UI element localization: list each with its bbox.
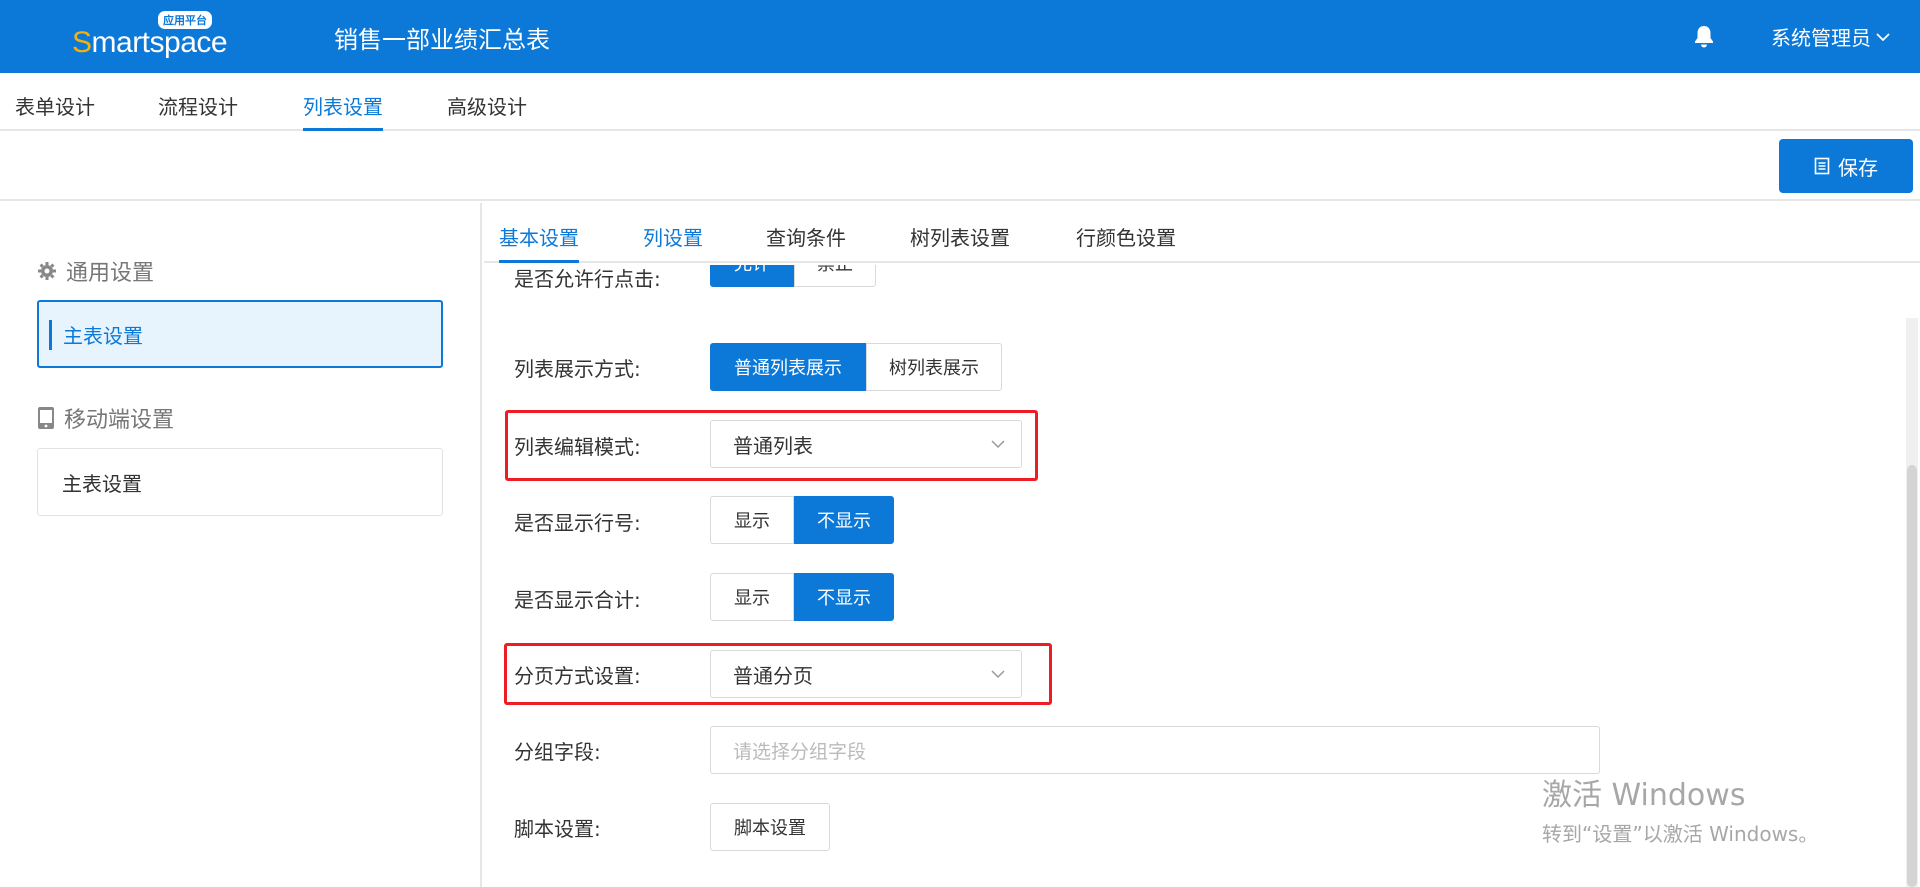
chevron-down-icon bbox=[1876, 32, 1890, 41]
display-mode-tree-option[interactable]: 树列表展示 bbox=[866, 343, 1002, 391]
page-title: 销售一部业绩汇总表 bbox=[334, 26, 550, 54]
group-field-select[interactable]: 请选择分组字段 bbox=[710, 726, 1600, 774]
general-settings-title: 通用设置 bbox=[38, 255, 154, 287]
scrollbar-thumb[interactable] bbox=[1907, 465, 1917, 887]
paging-value: 普通分页 bbox=[733, 663, 813, 688]
gear-icon bbox=[38, 262, 56, 280]
save-label: 保存 bbox=[1838, 155, 1878, 180]
design-tabs: 表单设计 流程设计 列表设置 高级设计 bbox=[0, 73, 1920, 131]
chevron-down-icon bbox=[991, 670, 1005, 679]
sidebar-item-main-settings[interactable]: 主表设置 bbox=[37, 300, 443, 368]
mobile-icon bbox=[38, 407, 54, 429]
app-logo[interactable]: Smartspace 应用平台 bbox=[72, 11, 232, 62]
user-name: 系统管理员 bbox=[1771, 26, 1871, 50]
tab-tree-list-settings[interactable]: 树列表设置 bbox=[910, 222, 1010, 263]
show-total-label: 是否显示合计: bbox=[514, 588, 641, 612]
save-icon bbox=[1814, 157, 1830, 175]
script-label: 脚本设置: bbox=[514, 817, 601, 841]
sidebar-item-mobile-main-settings[interactable]: 主表设置 bbox=[37, 448, 443, 516]
paging-select[interactable]: 普通分页 bbox=[710, 650, 1022, 698]
display-mode-normal-option[interactable]: 普通列表展示 bbox=[710, 343, 866, 391]
show-row-number-label: 是否显示行号: bbox=[514, 511, 641, 535]
display-mode-label: 列表展示方式: bbox=[514, 357, 641, 381]
general-settings-label: 通用设置 bbox=[66, 261, 155, 286]
basic-settings-form: 是否允许行点击: 允许 禁止 列表展示方式: 普通列表展示 树列表展示 列表编辑… bbox=[484, 265, 1894, 887]
tab-flow-design[interactable]: 流程设计 bbox=[158, 91, 238, 131]
display-mode-toggle: 普通列表展示 树列表展示 bbox=[710, 343, 1002, 391]
logo-text: Smartspace bbox=[72, 26, 228, 59]
edit-mode-label: 列表编辑模式: bbox=[514, 435, 641, 459]
paging-label: 分页方式设置: bbox=[514, 664, 641, 688]
script-settings-button[interactable]: 脚本设置 bbox=[710, 803, 830, 851]
toolbar: 保存 bbox=[0, 133, 1920, 201]
save-button[interactable]: 保存 bbox=[1779, 139, 1913, 193]
top-bar: Smartspace 应用平台 销售一部业绩汇总表 系统管理员 bbox=[0, 0, 1920, 73]
logo-badge: 应用平台 bbox=[158, 11, 212, 29]
edit-mode-value: 普通列表 bbox=[733, 433, 813, 458]
show-total-toggle: 显示 不显示 bbox=[710, 573, 894, 621]
tab-query-conditions[interactable]: 查询条件 bbox=[766, 222, 846, 263]
tab-column-settings[interactable]: 列设置 bbox=[643, 222, 703, 263]
tab-advanced-design[interactable]: 高级设计 bbox=[447, 91, 527, 131]
user-menu[interactable]: 系统管理员 bbox=[1771, 22, 1891, 51]
show-total-show-option[interactable]: 显示 bbox=[710, 573, 794, 621]
tab-list-settings[interactable]: 列表设置 bbox=[303, 91, 383, 131]
mobile-settings-label: 移动端设置 bbox=[64, 408, 175, 433]
bell-icon[interactable] bbox=[1693, 24, 1715, 48]
tab-form-design[interactable]: 表单设计 bbox=[15, 91, 95, 131]
row-click-deny-option[interactable]: 禁止 bbox=[794, 265, 876, 287]
show-row-number-hide-option[interactable]: 不显示 bbox=[794, 496, 894, 544]
row-click-toggle: 允许 禁止 bbox=[710, 265, 876, 287]
show-row-number-show-option[interactable]: 显示 bbox=[710, 496, 794, 544]
show-total-hide-option[interactable]: 不显示 bbox=[794, 573, 894, 621]
tab-row-color-settings[interactable]: 行颜色设置 bbox=[1076, 222, 1176, 263]
row-click-label: 是否允许行点击: bbox=[514, 267, 661, 291]
group-field-label: 分组字段: bbox=[514, 740, 601, 764]
mobile-settings-title: 移动端设置 bbox=[38, 402, 174, 434]
row-click-allow-option[interactable]: 允许 bbox=[710, 265, 794, 287]
tab-basic-settings[interactable]: 基本设置 bbox=[499, 222, 579, 263]
chevron-down-icon bbox=[991, 440, 1005, 449]
edit-mode-select[interactable]: 普通列表 bbox=[710, 420, 1022, 468]
settings-sidebar: 通用设置 主表设置 移动端设置 主表设置 bbox=[0, 203, 482, 887]
show-row-number-toggle: 显示 不显示 bbox=[710, 496, 894, 544]
settings-tabs: 基本设置 列设置 查询条件 树列表设置 行颜色设置 bbox=[484, 203, 1920, 263]
